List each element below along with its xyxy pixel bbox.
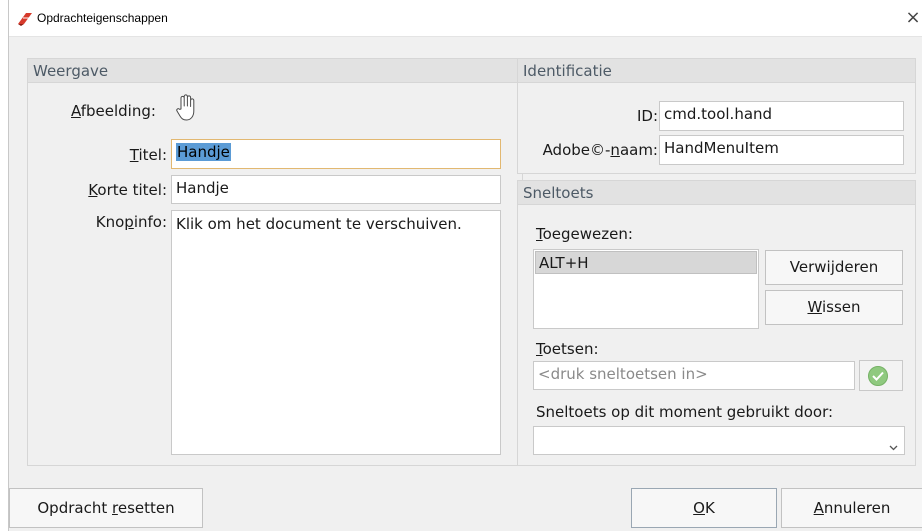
- id-input[interactable]: cmd.tool.hand: [659, 101, 904, 131]
- close-icon[interactable]: ×: [905, 7, 921, 28]
- tooltip-label: Knopinfo:: [95, 213, 167, 231]
- title-label: Titel:: [129, 146, 167, 164]
- assigned-shortcuts-list[interactable]: ALT+H: [533, 249, 759, 329]
- ok-button[interactable]: OK: [631, 488, 777, 528]
- used-by-select[interactable]: [533, 426, 905, 455]
- adobe-name-input[interactable]: HandMenuItem: [659, 135, 904, 165]
- assigned-label: Toegewezen:: [536, 225, 633, 243]
- properties-dialog: Opdrachteigenschappen × Weergave Afbeeld…: [8, 0, 922, 531]
- keys-label: Toetsen:: [536, 340, 599, 358]
- confirm-shortcut-button[interactable]: [859, 360, 903, 391]
- check-icon: [868, 366, 888, 386]
- clear-button[interactable]: Wissen: [765, 290, 903, 325]
- used-by-label: Sneltoets op dit moment gebruikt door:: [536, 403, 834, 421]
- title-input[interactable]: Handje: [171, 139, 501, 169]
- adobe-name-label: Adobe©-naam:: [542, 141, 658, 159]
- remove-button[interactable]: Verwijderen: [765, 250, 903, 285]
- short-title-input[interactable]: Handje: [171, 175, 501, 204]
- window-title: Opdrachteigenschappen: [37, 11, 168, 25]
- list-item[interactable]: ALT+H: [535, 251, 757, 274]
- id-label: ID:: [636, 107, 658, 125]
- chevron-down-icon: [889, 437, 898, 454]
- appearance-group-header: Weergave: [28, 59, 522, 83]
- cancel-button[interactable]: Annuleren: [781, 488, 922, 528]
- short-title-label: Korte titel:: [88, 181, 167, 199]
- dialog-footer: Opdracht resetten OK Annuleren: [9, 470, 922, 531]
- image-label: Afbeelding:: [71, 102, 156, 120]
- hand-icon: [175, 94, 197, 122]
- title-bar: Opdrachteigenschappen ×: [9, 0, 922, 37]
- identification-group-header: Identificatie: [518, 59, 915, 83]
- reset-command-button[interactable]: Opdracht resetten: [9, 488, 203, 528]
- shortcut-group-header: Sneltoets: [518, 181, 915, 205]
- pdf-app-icon: [17, 11, 33, 26]
- keys-input[interactable]: <druk sneltoetsen in>: [533, 361, 855, 390]
- tooltip-textarea[interactable]: Klik om het document te verschuiven.: [171, 210, 501, 455]
